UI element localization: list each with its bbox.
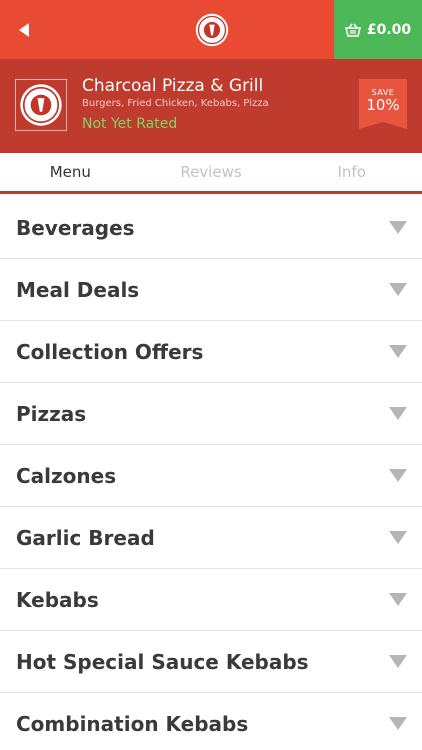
tab-menu[interactable]: Menu [0,153,141,191]
menu-category-label: Garlic Bread [16,525,155,550]
basket-amount: £0.00 [366,21,412,38]
discount-percent: 10% [366,96,400,114]
discount-badge: SAVE 10% [359,79,407,129]
restaurant-rating[interactable]: Not Yet Rated [82,116,177,132]
menu-category-label: Hot Special Sauce Kebabs [16,649,309,674]
top-bar: £0.00 [0,0,422,59]
chevron-down-icon [389,531,407,544]
menu-category-label: Meal Deals [16,277,140,302]
menu-category-hot-special-sauce-kebabs[interactable]: Hot Special Sauce Kebabs [0,631,422,693]
chevron-down-icon [389,717,407,730]
restaurant-logo-image [20,84,62,126]
chevron-down-icon [389,593,407,606]
tab-bar: Menu Reviews Info [0,153,422,194]
chevron-down-icon [389,655,407,668]
menu-category-combination-kebabs[interactable]: Combination Kebabs [0,693,422,750]
menu-category-beverages[interactable]: Beverages [0,197,422,259]
menu-category-garlic-bread[interactable]: Garlic Bread [0,507,422,569]
restaurant-logo [15,79,67,131]
menu-category-meal-deals[interactable]: Meal Deals [0,259,422,321]
back-button[interactable] [10,16,38,44]
menu-category-label: Calzones [16,463,117,488]
menu-category-kebabs[interactable]: Kebabs [0,569,422,631]
restaurant-header: Charcoal Pizza & Grill Burgers, Fried Ch… [0,59,422,153]
tab-reviews[interactable]: Reviews [141,153,282,191]
chevron-down-icon [389,345,407,358]
basket-button[interactable]: £0.00 [334,0,422,59]
menu-category-label: Collection Offers [16,339,204,364]
tab-info[interactable]: Info [281,153,422,191]
restaurant-cuisines: Burgers, Fried Chicken, Kebabs, Pizza [82,98,269,109]
menu-category-calzones[interactable]: Calzones [0,445,422,507]
chevron-down-icon [389,407,407,420]
menu-category-pizzas[interactable]: Pizzas [0,383,422,445]
menu-category-label: Combination Kebabs [16,711,249,736]
chevron-down-icon [389,469,407,482]
restaurant-name: Charcoal Pizza & Grill [82,76,264,96]
menu-category-label: Pizzas [16,401,87,426]
chevron-down-icon [389,221,407,234]
back-arrow-icon [19,23,29,37]
basket-icon [344,23,361,37]
menu-category-list: Beverages Meal Deals Collection Offers P… [0,197,422,750]
menu-category-label: Kebabs [16,587,99,612]
restaurant-logo-small [195,13,229,47]
menu-category-collection-offers[interactable]: Collection Offers [0,321,422,383]
chevron-down-icon [389,283,407,296]
menu-category-label: Beverages [16,215,135,240]
